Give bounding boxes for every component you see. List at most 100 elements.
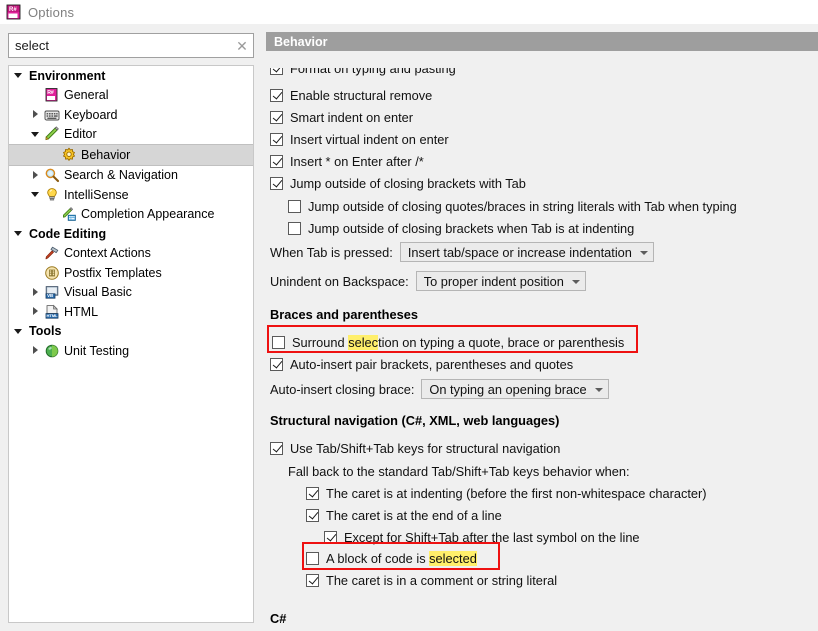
chevron-down-icon[interactable] xyxy=(31,189,42,200)
svg-text:R#: R# xyxy=(47,90,54,96)
chevron-down-icon[interactable] xyxy=(14,326,25,337)
tree-item-unit-testing[interactable]: Unit Testing xyxy=(9,341,253,361)
unindent-backspace-label: Unindent on Backspace: xyxy=(270,274,409,289)
hammer-icon xyxy=(44,245,60,261)
option-jump-outside-quotes-string[interactable]: Jump outside of closing quotes/braces in… xyxy=(288,197,737,215)
indent-spacer xyxy=(9,114,31,115)
option-use-tab-shift-tab[interactable]: Use Tab/Shift+Tab keys for structural na… xyxy=(270,439,560,457)
tree-item-behavior[interactable]: Behavior xyxy=(9,144,253,166)
option-label: Except for Shift+Tab after the last symb… xyxy=(344,530,640,545)
visualbasic-icon: VB xyxy=(44,284,60,300)
auto-insert-closing-dropdown[interactable]: On typing an opening brace xyxy=(421,379,608,399)
option-label: The caret is in a comment or string lite… xyxy=(326,573,557,588)
option-insert-virtual-indent[interactable]: Insert virtual indent on enter xyxy=(270,130,449,148)
search-box[interactable]: ✕ xyxy=(8,33,254,58)
chevron-right-icon[interactable] xyxy=(31,287,42,298)
option-smart-indent-on-enter[interactable]: Smart indent on enter xyxy=(270,108,413,126)
checkbox[interactable] xyxy=(272,336,285,349)
option-surround-selection[interactable]: Surround selection on typing a quote, br… xyxy=(272,333,624,351)
checkbox[interactable] xyxy=(288,222,301,235)
tree-item-general[interactable]: R#General xyxy=(9,86,253,106)
option-caret-at-indenting[interactable]: The caret is at indenting (before the fi… xyxy=(306,484,707,502)
chevron-right-icon[interactable] xyxy=(31,306,42,317)
tree-item-intellisense[interactable]: IntelliSense xyxy=(9,185,253,205)
checkbox[interactable] xyxy=(270,442,283,455)
chevron-right-icon[interactable] xyxy=(31,345,42,356)
tree-item-editor[interactable]: Editor xyxy=(9,125,253,145)
gear-icon xyxy=(61,147,77,163)
expander-spacer xyxy=(31,267,42,278)
checkbox[interactable] xyxy=(270,177,283,190)
section-header-label: Behavior xyxy=(274,35,328,49)
tree-item-label: Visual Basic xyxy=(63,285,132,299)
tree-item-label: Tools xyxy=(28,324,61,338)
unindent-backspace-row: Unindent on Backspace: To proper indent … xyxy=(270,271,586,291)
option-label: Jump outside of closing quotes/braces in… xyxy=(308,199,737,214)
option-insert-star-on-enter[interactable]: Insert * on Enter after /* xyxy=(270,152,424,170)
title-bar: R# Options xyxy=(0,0,818,24)
tree-item-completion-appearance[interactable]: Completion Appearance xyxy=(9,205,253,225)
option-except-shift-tab[interactable]: Except for Shift+Tab after the last symb… xyxy=(324,528,640,546)
checkbox[interactable] xyxy=(270,89,283,102)
checkbox[interactable] xyxy=(270,111,283,124)
when-tab-pressed-label: When Tab is pressed: xyxy=(270,245,393,260)
tree-item-environment[interactable]: Environment xyxy=(9,66,253,86)
checkbox[interactable] xyxy=(306,574,319,587)
when-tab-pressed-dropdown[interactable]: Insert tab/space or increase indentation xyxy=(400,242,654,262)
dropdown-value: To proper indent position xyxy=(424,274,564,289)
checkbox[interactable] xyxy=(306,552,319,565)
option-auto-insert-pair[interactable]: Auto-insert pair brackets, parentheses a… xyxy=(270,355,573,373)
chevron-right-icon[interactable] xyxy=(31,109,42,120)
lightbulb-icon xyxy=(44,187,60,203)
tree-item-html[interactable]: HTMLHTML xyxy=(9,302,253,322)
chevron-right-icon[interactable] xyxy=(31,170,42,181)
tree-item-code-editing[interactable]: Code Editing xyxy=(9,224,253,244)
window-title: Options xyxy=(28,5,74,20)
dropdown-value: Insert tab/space or increase indentation xyxy=(408,245,632,260)
auto-insert-closing-label: Auto-insert closing brace: xyxy=(270,382,414,397)
tree-item-label: Behavior xyxy=(80,148,130,162)
indent-spacer xyxy=(9,350,31,351)
tree-item-label: Search & Navigation xyxy=(63,168,178,182)
tree-item-postfix-templates[interactable]: Postfix Templates xyxy=(9,263,253,283)
options-tree[interactable]: EnvironmentR#GeneralKeyboard Editor Behavi… xyxy=(8,65,254,623)
tree-item-label: Editor xyxy=(63,127,97,141)
close-icon[interactable]: ✕ xyxy=(231,35,253,56)
magnifier-icon xyxy=(44,167,60,183)
checkbox[interactable] xyxy=(270,358,283,371)
tree-item-label: Postfix Templates xyxy=(63,266,162,280)
option-caret-end-of-line[interactable]: The caret is at the end of a line xyxy=(306,506,502,524)
option-jump-outside-brackets-indent[interactable]: Jump outside of closing brackets when Ta… xyxy=(288,219,634,237)
chevron-down-icon[interactable] xyxy=(14,228,25,239)
tree-item-visual-basic[interactable]: VBVisual Basic xyxy=(9,283,253,303)
indent-spacer xyxy=(9,214,48,215)
keyboard-icon xyxy=(44,107,60,123)
checkbox[interactable] xyxy=(288,200,301,213)
chevron-down-icon[interactable] xyxy=(14,70,25,81)
checkbox[interactable] xyxy=(270,133,283,146)
unindent-backspace-dropdown[interactable]: To proper indent position xyxy=(416,271,586,291)
option-enable-structural-remove[interactable]: Enable structural remove xyxy=(270,86,432,104)
expander-spacer xyxy=(31,90,42,101)
checkbox[interactable] xyxy=(324,531,337,544)
chevron-down-icon[interactable] xyxy=(31,129,42,140)
fall-back-label-row: Fall back to the standard Tab/Shift+Tab … xyxy=(288,462,630,480)
checkbox[interactable] xyxy=(306,487,319,500)
tree-item-keyboard[interactable]: Keyboard xyxy=(9,105,253,125)
tree-item-tools[interactable]: Tools xyxy=(9,322,253,342)
checkbox[interactable] xyxy=(270,155,283,168)
option-caret-in-comment[interactable]: The caret is in a comment or string lite… xyxy=(306,571,557,589)
checkbox[interactable] xyxy=(306,509,319,522)
option-jump-outside-brackets-tab[interactable]: Jump outside of closing brackets with Ta… xyxy=(270,174,526,192)
section-header: Behavior xyxy=(266,32,818,51)
indent-spacer xyxy=(9,253,31,254)
tree-item-label: IntelliSense xyxy=(63,188,129,202)
tree-item-search-navigation[interactable]: Search & Navigation xyxy=(9,166,253,186)
option-block-of-code-selected[interactable]: A block of code is selected xyxy=(306,549,477,567)
label-part-pre: Surround xyxy=(292,335,348,350)
tree-item-context-actions[interactable]: Context Actions xyxy=(9,244,253,264)
right-pane: Format on typing and pasting Behavior En… xyxy=(262,24,818,631)
options-content: Enable structural remove Smart indent on… xyxy=(262,24,818,631)
search-input[interactable] xyxy=(9,35,231,56)
pencil-icon xyxy=(44,126,60,142)
